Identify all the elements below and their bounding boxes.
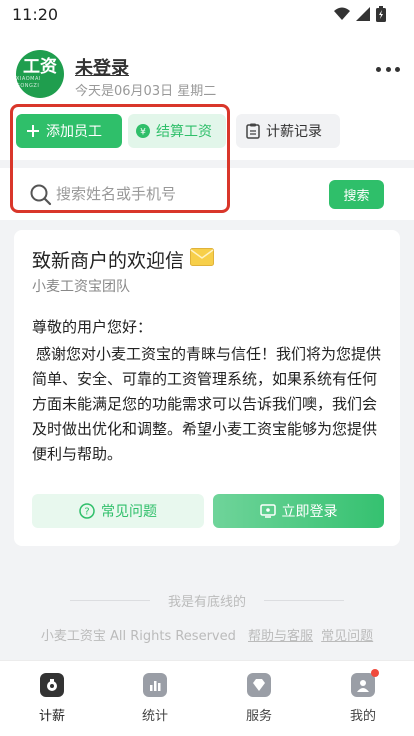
header: 工资 XIAOMAI GONGZI 未登录 今天是06月03日 星期二 添加员工… — [0, 30, 414, 160]
svg-text:¥: ¥ — [140, 128, 146, 138]
service-icon — [247, 673, 271, 697]
status-icons — [334, 6, 386, 22]
payroll-records-button[interactable]: 计薪记录 — [236, 114, 340, 148]
card-title-text: 致新商户的欢迎信 — [32, 250, 185, 272]
login-link[interactable]: 未登录 — [75, 54, 129, 80]
clipboard-icon — [246, 123, 260, 139]
bottom-line: 我是有底线的 — [0, 590, 414, 610]
notification-dot — [371, 669, 379, 677]
action-row: 添加员工 ¥ 结算工资 计薪记录 — [16, 114, 340, 148]
login-button-label: 立即登录 — [281, 504, 338, 520]
payroll-records-label: 计薪记录 — [266, 124, 322, 140]
card-greeting: 尊敬的用户您好： — [32, 318, 153, 336]
tab-service[interactable]: 服务 — [229, 673, 289, 724]
logo-text: 工资 — [23, 57, 57, 77]
more-dot-icon — [395, 66, 400, 72]
rights-text: 小麦工资宝 All Rights Reserved — [40, 629, 236, 644]
signal-icon — [356, 7, 370, 21]
question-circle-icon: ? — [79, 503, 95, 519]
profile-icon — [351, 669, 379, 697]
add-employee-label: 添加员工 — [46, 124, 102, 140]
tab-label: 我的 — [349, 709, 376, 724]
status-bar: 11:20 — [0, 0, 414, 30]
stats-icon — [143, 673, 167, 697]
section-divider — [0, 160, 414, 168]
card-title: 致新商户的欢迎信 — [32, 246, 215, 273]
faq-link[interactable]: 常见问题 — [321, 629, 373, 644]
app-logo: 工资 XIAOMAI GONGZI — [16, 50, 64, 98]
battery-icon — [376, 6, 386, 22]
welcome-card: 致新商户的欢迎信 小麦工资宝团队 尊敬的用户您好： 感谢您对小麦工资宝的青睐与信… — [14, 230, 400, 546]
faq-button-label: 常见问题 — [101, 504, 157, 520]
plus-icon — [26, 124, 40, 138]
logo-subtext: XIAOMAI GONGZI — [16, 76, 41, 89]
svg-text:?: ? — [84, 507, 89, 518]
more-dot-icon — [385, 66, 391, 72]
payroll-icon — [40, 673, 64, 697]
wifi-icon — [334, 7, 350, 20]
tab-stats[interactable]: 统计 — [125, 673, 185, 724]
help-link[interactable]: 帮助与客服 — [248, 629, 313, 644]
status-time: 11:20 — [12, 5, 59, 24]
card-body: 感谢您对小麦工资宝的青睐与信任！我们将为您提供简单、安全、可靠的工资管理系统，如… — [32, 345, 382, 463]
divider-line — [264, 600, 344, 601]
search-button[interactable]: 搜索 — [329, 180, 384, 209]
faq-button[interactable]: ? 常见问题 — [32, 494, 204, 528]
more-menu-button[interactable] — [376, 64, 400, 74]
tab-label: 计薪 — [38, 709, 65, 724]
login-screen-icon — [259, 504, 276, 518]
envelope-icon — [190, 248, 215, 271]
yuan-coin-icon: ¥ — [136, 124, 150, 138]
date-line: 今天是06月03日 星期二 — [75, 84, 217, 99]
bottom-tab-bar: 计薪 统计 服务 我的 — [0, 660, 414, 736]
bottom-line-text: 我是有底线的 — [167, 595, 246, 610]
search-icon — [30, 184, 52, 210]
tab-payroll[interactable]: 计薪 — [22, 673, 82, 724]
card-subtitle: 小麦工资宝团队 — [32, 279, 130, 295]
more-dot-icon — [376, 66, 381, 72]
add-employee-button[interactable]: 添加员工 — [16, 114, 122, 148]
tab-label: 统计 — [141, 709, 168, 724]
search-input[interactable] — [56, 182, 306, 206]
tab-label: 服务 — [245, 709, 272, 724]
tab-profile[interactable]: 我的 — [333, 669, 393, 724]
login-now-button[interactable]: 立即登录 — [213, 494, 384, 528]
settle-salary-button[interactable]: ¥ 结算工资 — [128, 114, 226, 148]
footer-links: 小麦工资宝 All Rights Reserved 帮助与客服 常见问题 — [0, 625, 414, 644]
search-bar: 搜索 — [0, 168, 414, 220]
settle-salary-label: 结算工资 — [156, 124, 212, 140]
